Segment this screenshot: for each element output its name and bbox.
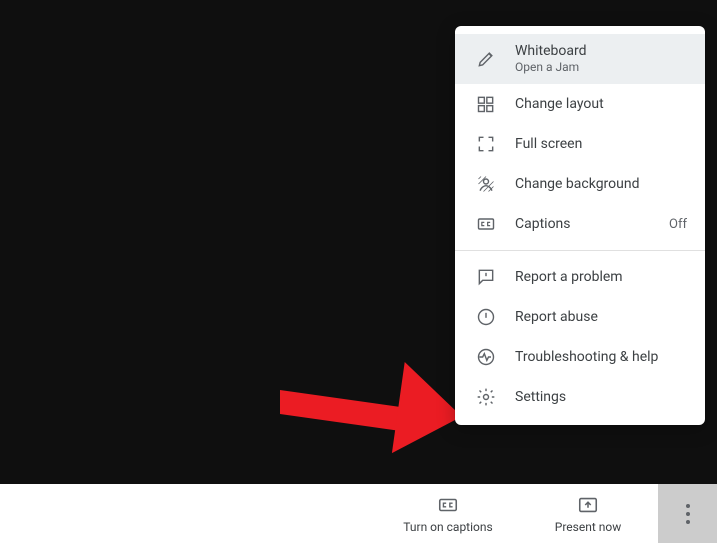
layout-icon <box>475 93 497 115</box>
menu-item-label: Change background <box>515 176 687 192</box>
alert-icon <box>475 306 497 328</box>
menu-item-label: Change layout <box>515 96 687 112</box>
turn-on-captions-button[interactable]: Turn on captions <box>378 484 518 543</box>
troubleshoot-icon <box>475 346 497 368</box>
feedback-icon <box>475 266 497 288</box>
menu-separator <box>455 250 705 251</box>
menu-item-change-background[interactable]: Change background <box>455 164 705 204</box>
menu-item-whiteboard[interactable]: Whiteboard Open a Jam <box>455 34 705 84</box>
menu-item-label: Troubleshooting & help <box>515 349 687 365</box>
captions-icon <box>475 213 497 235</box>
button-label: Turn on captions <box>403 520 492 534</box>
menu-item-full-screen[interactable]: Full screen <box>455 124 705 164</box>
background-icon <box>475 173 497 195</box>
menu-item-captions[interactable]: Captions Off <box>455 204 705 244</box>
more-options-menu: Whiteboard Open a Jam Change layout Full… <box>455 26 705 425</box>
captions-icon <box>437 494 459 516</box>
menu-item-settings[interactable]: Settings <box>455 377 705 417</box>
more-options-button[interactable] <box>658 484 717 543</box>
menu-item-report-abuse[interactable]: Report abuse <box>455 297 705 337</box>
menu-item-label: Report a problem <box>515 269 687 285</box>
fullscreen-icon <box>475 133 497 155</box>
menu-item-troubleshooting[interactable]: Troubleshooting & help <box>455 337 705 377</box>
menu-item-status: Off <box>669 217 687 232</box>
gear-icon <box>475 386 497 408</box>
menu-item-label: Whiteboard <box>515 43 587 61</box>
pencil-icon <box>475 48 497 70</box>
menu-item-label: Settings <box>515 389 687 405</box>
button-label: Present now <box>555 520 621 534</box>
menu-item-change-layout[interactable]: Change layout <box>455 84 705 124</box>
menu-item-label: Captions <box>515 216 651 232</box>
menu-item-label: Report abuse <box>515 309 687 325</box>
present-now-button[interactable]: Present now <box>518 484 658 543</box>
more-vert-icon <box>686 504 690 524</box>
present-icon <box>577 494 599 516</box>
menu-item-sublabel: Open a Jam <box>515 60 587 75</box>
menu-item-label: Full screen <box>515 136 687 152</box>
menu-item-report-problem[interactable]: Report a problem <box>455 257 705 297</box>
bottom-toolbar: Turn on captions Present now <box>0 484 717 543</box>
